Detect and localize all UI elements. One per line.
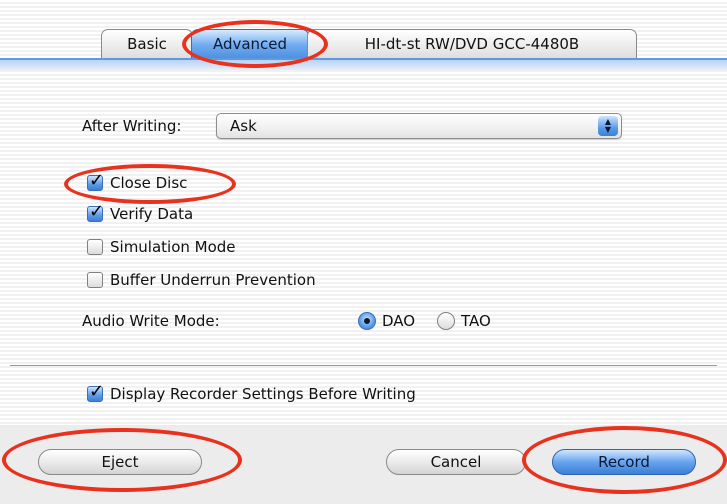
tab-advanced-label: Advanced [212,35,288,53]
checkmark-icon: ✓ [89,170,105,191]
close-disc-label: Close Disc [110,174,188,192]
tab-basic-label: Basic [127,35,167,53]
audio-write-mode-label: Audio Write Mode: [82,312,220,330]
buffer-underrun-checkbox[interactable] [87,272,103,288]
after-writing-label: After Writing: [82,117,182,135]
simulation-mode-checkbox[interactable] [87,239,103,255]
after-writing-popup[interactable]: Ask ▲ ▼ [216,113,622,139]
tab-recorder-label: HI-dt-st RW/DVD GCC-4480B [364,35,580,53]
cancel-button[interactable]: Cancel [386,449,526,475]
radio-tao-label: TAO [461,312,491,330]
close-disc-checkbox[interactable]: ✓ [87,171,104,191]
display-settings-checkbox[interactable]: ✓ [87,382,104,402]
tab-advanced[interactable]: Advanced [191,29,309,58]
tab-bar-shadow [0,60,727,70]
radio-dao-label: DAO [382,312,416,330]
popup-arrows-icon: ▲ ▼ [598,116,618,136]
checkmark-icon: ✓ [89,201,105,222]
cancel-button-label: Cancel [430,453,482,471]
section-divider [10,365,717,366]
record-button[interactable]: Record [552,449,696,475]
record-button-label: Record [598,453,650,471]
verify-data-label: Verify Data [110,205,194,223]
display-settings-label: Display Recorder Settings Before Writing [110,385,416,403]
radio-dao[interactable] [358,312,376,330]
tab-recorder[interactable]: HI-dt-st RW/DVD GCC-4480B [307,29,637,58]
radio-dot-icon [364,318,370,324]
verify-data-checkbox[interactable]: ✓ [87,202,104,222]
after-writing-value: Ask [230,117,257,135]
eject-button-label: Eject [101,453,139,471]
simulation-mode-label: Simulation Mode [110,238,236,256]
buffer-underrun-label: Buffer Underrun Prevention [110,271,316,289]
radio-tao[interactable] [437,312,455,330]
tab-basic[interactable]: Basic [101,29,193,58]
eject-button[interactable]: Eject [38,449,202,475]
checkmark-icon: ✓ [89,381,105,402]
